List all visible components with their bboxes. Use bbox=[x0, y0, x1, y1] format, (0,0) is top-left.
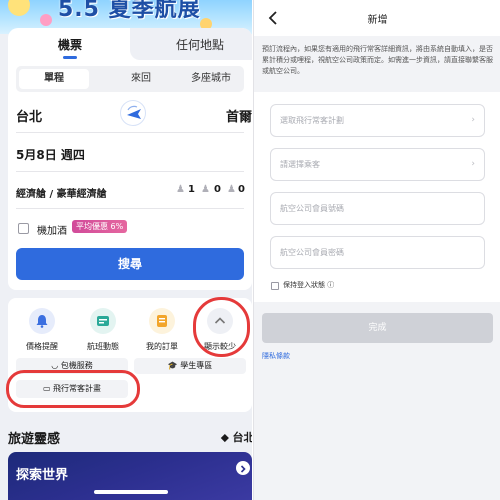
bell-icon-bg bbox=[29, 308, 55, 334]
search-button[interactable]: 搜尋 bbox=[16, 248, 244, 280]
privacy-policy-link[interactable]: 隱私條款 bbox=[262, 351, 290, 361]
chevron-right-icon: › bbox=[471, 115, 475, 125]
explore-world-title: 探索世界 bbox=[16, 468, 69, 483]
tab-flights[interactable]: 機票 bbox=[58, 36, 82, 59]
swap-cities-button[interactable] bbox=[120, 100, 146, 126]
explore-world-banner[interactable]: 探索世界 bbox=[8, 452, 252, 500]
done-button[interactable]: 完成 bbox=[262, 313, 493, 343]
flight-search-card: 機票 任何地點 單程 來回 多座城市 台北 首爾 5月8日 週四 經濟艙 / 豪… bbox=[8, 28, 252, 290]
nav-bar: 新增 bbox=[254, 0, 500, 36]
banner-title: 5.5 夏季航展 bbox=[58, 0, 201, 22]
divider bbox=[16, 208, 244, 209]
price-alert-label: 價格提醒 bbox=[26, 342, 58, 351]
location-selector[interactable]: ⬥ 台北 bbox=[221, 429, 252, 445]
keep-logged-in-checkbox[interactable] bbox=[271, 282, 279, 290]
chevron-right-glyph bbox=[240, 465, 246, 473]
adult-count[interactable]: 1 bbox=[188, 184, 195, 195]
flight-status-label: 航班動態 bbox=[87, 342, 119, 351]
program-select[interactable]: 選取飛行常客計劃 › bbox=[270, 104, 485, 137]
location-pin-icon: ⬥ bbox=[221, 431, 233, 444]
adult-icon: ♟ bbox=[176, 184, 185, 195]
orders-icon-bg bbox=[149, 308, 175, 334]
trip-type-selector: 單程 來回 多座城市 bbox=[16, 66, 244, 92]
plane-swap-icon bbox=[127, 105, 141, 119]
passenger-placeholder: 請選擇乘客 bbox=[280, 160, 320, 169]
keep-logged-in-label: 保持登入狀態 ⓘ bbox=[283, 281, 335, 289]
highlight-ring-frequent-flyer bbox=[6, 370, 140, 408]
flight-hotel-label: 機加酒 bbox=[37, 226, 67, 237]
location-label: 台北 bbox=[232, 431, 252, 444]
bell-icon bbox=[36, 315, 48, 328]
graduation-cap-icon: 🎓 bbox=[167, 361, 181, 370]
frequent-flyer-form: 選取飛行常客計劃 › 請選擇乘客 › 航空公司會員號碼 航空公司會員密碼 保持登… bbox=[254, 92, 500, 302]
my-orders-label: 我的訂單 bbox=[146, 342, 178, 351]
charter-service-label: 包機服務 bbox=[60, 361, 93, 370]
divider bbox=[16, 171, 244, 172]
trip-type-round-trip[interactable]: 來回 bbox=[111, 69, 171, 89]
passenger-select[interactable]: 請選擇乘客 › bbox=[270, 148, 485, 181]
infant-icon: ♟ bbox=[227, 184, 236, 195]
flower-decoration bbox=[40, 14, 52, 26]
highlight-ring-show-less bbox=[193, 297, 250, 357]
cabin-class[interactable]: 經濟艙 / 豪華經濟艙 bbox=[16, 185, 107, 200]
depart-date[interactable]: 5月8日 週四 bbox=[16, 146, 85, 163]
flight-status-button[interactable]: 航班動態 bbox=[75, 304, 131, 360]
flight-hotel-checkbox[interactable] bbox=[18, 223, 29, 234]
program-placeholder: 選取飛行常客計劃 bbox=[280, 116, 344, 125]
discount-badge: 平均優惠 6% bbox=[72, 220, 128, 233]
infant-count[interactable]: 0 bbox=[238, 184, 245, 195]
trip-type-multi-city[interactable]: 多座城市 bbox=[181, 69, 241, 89]
left-screen: 5.5 夏季航展 機票 任何地點 單程 來回 多座城市 台北 首爾 5月8日 週… bbox=[0, 0, 252, 500]
member-number-placeholder: 航空公司會員號碼 bbox=[280, 204, 344, 213]
right-screen: 新增 預訂流程內，如果您有適用的飛行常客詳細資訊，將由系統自動填入，是否累計積分… bbox=[253, 0, 500, 500]
chevron-right-icon[interactable] bbox=[236, 461, 250, 475]
origin-city[interactable]: 台北 bbox=[16, 106, 42, 125]
divider bbox=[16, 132, 244, 133]
info-notice: 預訂流程內，如果您有適用的飛行常客詳細資訊，將由系統自動填入，是否累計積分或哩程… bbox=[262, 45, 493, 75]
child-icon: ♟ bbox=[201, 184, 210, 195]
child-count[interactable]: 0 bbox=[214, 184, 221, 195]
chevron-right-icon: › bbox=[471, 159, 475, 169]
flight-status-icon bbox=[97, 316, 109, 326]
trip-type-one-way[interactable]: 單程 bbox=[19, 69, 89, 89]
search-type-tabs: 機票 任何地點 bbox=[8, 28, 252, 60]
member-password-placeholder: 航空公司會員密碼 bbox=[280, 248, 344, 257]
wifi-icon: ◡ bbox=[51, 361, 61, 370]
home-indicator bbox=[94, 490, 168, 494]
orders-icon bbox=[157, 315, 167, 327]
destination-city[interactable]: 首爾 bbox=[226, 106, 252, 125]
student-zone-label: 學生專區 bbox=[180, 361, 213, 370]
page-title: 新增 bbox=[367, 15, 388, 26]
student-zone-button[interactable]: 🎓 學生專區 bbox=[134, 358, 246, 374]
sun-decoration bbox=[8, 0, 30, 16]
member-number-input[interactable]: 航空公司會員號碼 bbox=[270, 192, 485, 225]
member-password-input[interactable]: 航空公司會員密碼 bbox=[270, 236, 485, 269]
flight-status-icon-bg bbox=[90, 308, 116, 334]
price-alert-button[interactable]: 價格提醒 bbox=[14, 304, 70, 360]
my-orders-button[interactable]: 我的訂單 bbox=[134, 304, 190, 360]
travel-inspiration-title: 旅遊靈感 bbox=[8, 432, 61, 447]
tab-anywhere[interactable]: 任何地點 bbox=[176, 36, 224, 53]
